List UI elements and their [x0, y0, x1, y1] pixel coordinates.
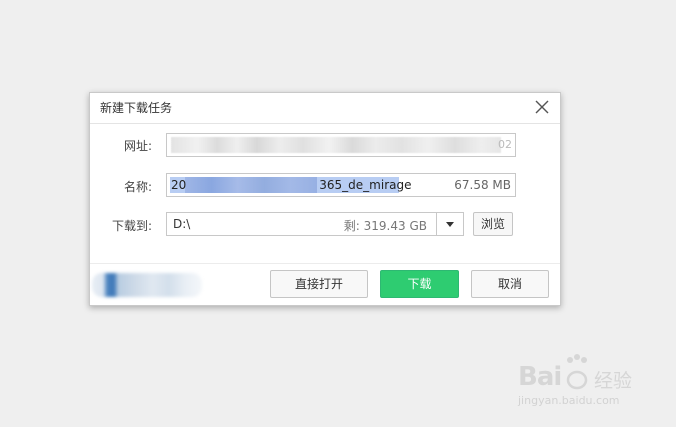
download-button[interactable]: 下载 [380, 270, 459, 298]
url-field[interactable]: 02 [166, 133, 516, 157]
name-field[interactable]: 20 365_de_mirage 67.58 MB [166, 173, 516, 197]
watermark-url: jingyan.baidu.com [518, 394, 620, 407]
cancel-button[interactable]: 取消 [471, 270, 549, 298]
watermark-brand: Bai [518, 362, 562, 392]
download-dir-field[interactable]: D:\ 剩: 319.43 GB [166, 212, 464, 236]
free-space: 剩: 319.43 GB [343, 219, 427, 233]
paw-icon [566, 354, 588, 390]
name-label: 名称: [123, 180, 152, 194]
baidu-jingyan-watermark: Bai 经验 jingyan.baidu.com [518, 352, 648, 412]
download-dir-value: D:\ [173, 217, 191, 231]
dialog-titlebar: 新建下载任务 [90, 93, 560, 124]
footer-divider [90, 263, 560, 264]
browse-button[interactable]: 浏览 [473, 212, 513, 236]
dir-label: 下载到: [111, 219, 152, 233]
redacted-area [92, 273, 202, 297]
dialog-title: 新建下载任务 [100, 101, 173, 115]
close-icon[interactable] [534, 99, 550, 115]
open-directly-button[interactable]: 直接打开 [270, 270, 368, 298]
dir-dropdown-button[interactable] [436, 213, 463, 235]
url-label: 网址: [123, 139, 152, 153]
chevron-down-icon [446, 222, 454, 227]
url-tail: 02 [498, 138, 512, 151]
file-size: 67.58 MB [454, 178, 511, 192]
watermark-cn: 经验 [594, 370, 633, 392]
url-redacted [171, 137, 501, 153]
new-download-dialog: 新建下载任务 网址: 02 名称: 20 365_de_mirage 67.58 … [89, 92, 561, 306]
name-value: 20 365_de_mirage [171, 178, 412, 192]
